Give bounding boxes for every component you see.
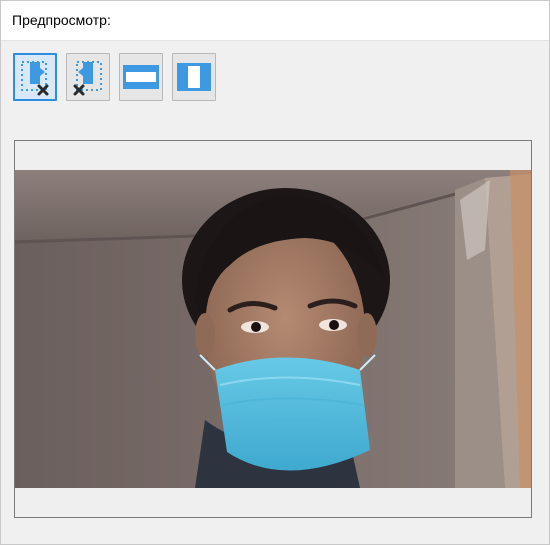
header-bar: Предпросмотр:	[1, 1, 549, 41]
webcam-photo	[15, 170, 531, 488]
selection-clear-icon	[18, 58, 52, 96]
horizontal-band-icon	[122, 62, 160, 92]
selection-clear-alt-icon	[71, 58, 105, 96]
fit-crop-clear-alt-button[interactable]	[66, 53, 110, 101]
fit-horizontal-button[interactable]	[119, 53, 163, 101]
fit-crop-clear-button[interactable]	[13, 53, 57, 101]
fit-vertical-button[interactable]	[172, 53, 216, 101]
vertical-band-icon	[175, 60, 213, 94]
page-title: Предпросмотр:	[12, 12, 111, 28]
preview-window: Предпросмотр:	[0, 0, 550, 545]
preview-frame	[14, 140, 532, 518]
